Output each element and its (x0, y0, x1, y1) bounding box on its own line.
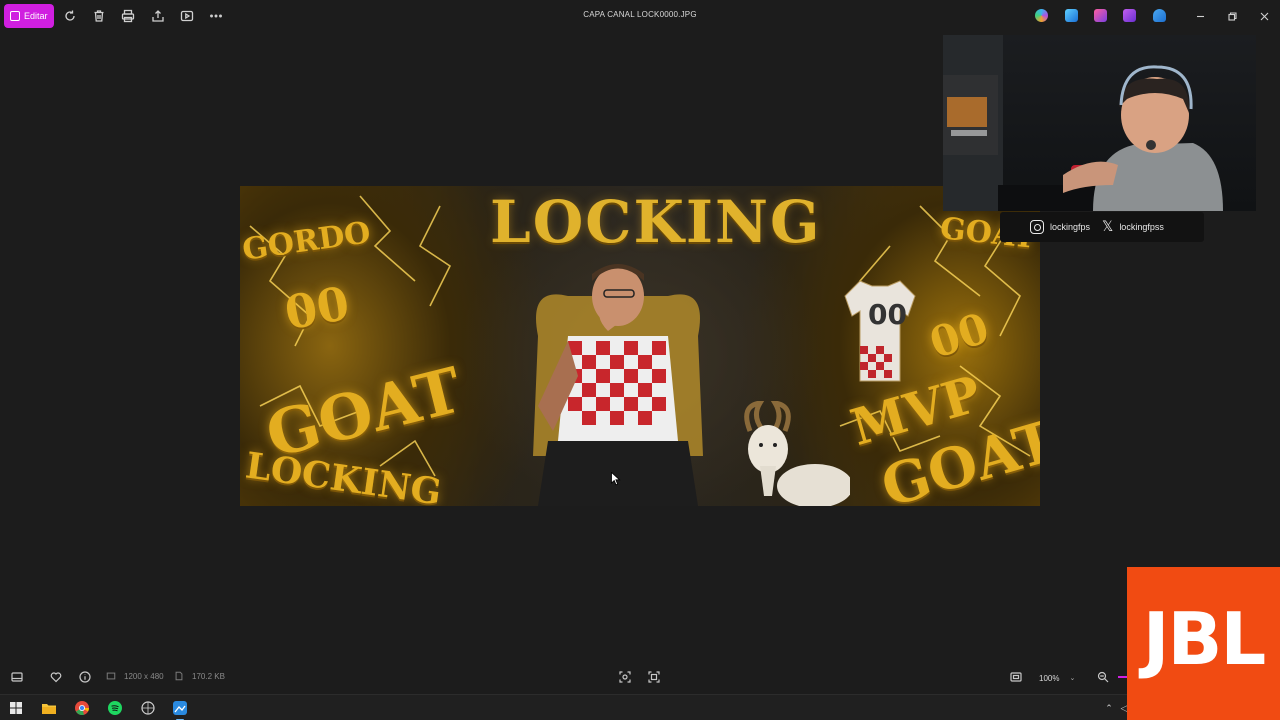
image-dimensions: 1200 x 480 (124, 672, 164, 681)
instagram-handle: lockingfps (1030, 220, 1090, 234)
file-size-icon (174, 671, 184, 681)
spotify-icon[interactable] (107, 700, 123, 716)
dimensions-icon (106, 671, 116, 681)
deco-text: 00 (280, 275, 354, 341)
jersey-graphic (844, 280, 916, 382)
minimize-button[interactable] (1190, 6, 1210, 26)
file-explorer-icon[interactable] (41, 700, 57, 716)
fit-to-window-icon[interactable] (1009, 670, 1023, 684)
edit-icon (10, 11, 20, 21)
visual-search-icon[interactable] (618, 670, 632, 684)
zoom-out-icon[interactable] (1096, 670, 1110, 684)
jbl-logo-text: JBL (1142, 597, 1267, 681)
onedrive-icon[interactable] (1153, 9, 1166, 22)
info-icon[interactable] (78, 670, 92, 684)
designer-icon[interactable] (1123, 9, 1136, 22)
file-size: 170.2 KB (192, 672, 225, 681)
zoom-slider[interactable] (1118, 676, 1127, 678)
close-button[interactable] (1254, 6, 1274, 26)
instagram-handle-text: lockingfps (1050, 222, 1091, 232)
chrome-icon[interactable] (74, 700, 90, 716)
mouse-cursor-icon (611, 472, 621, 486)
webcam-feed-graphic (943, 35, 1223, 211)
social-handles-overlay: lockingfps 𝕏 lockingfpss (1000, 212, 1204, 242)
more-icon[interactable] (208, 8, 224, 24)
person-on-throne-graphic (533, 264, 703, 506)
rotate-icon[interactable] (62, 8, 78, 24)
photos-icon[interactable] (1065, 9, 1078, 22)
start-windows-icon[interactable] (8, 700, 24, 716)
goat-graphic (744, 401, 850, 506)
chevron-up-icon[interactable]: ⌃ (1101, 700, 1117, 716)
x-handle: 𝕏 lockingfpss (1102, 220, 1164, 234)
share-icon[interactable] (150, 8, 166, 24)
title-bar: Editar CAPA CANAL LOCK0000.JPG (0, 0, 1280, 32)
info-bar: 1200 x 480 170.2 KB 100% ⌄ (0, 662, 1280, 692)
x-handle-text: lockingfpss (1119, 222, 1164, 232)
copilot-icon[interactable] (1035, 9, 1048, 22)
print-icon[interactable] (120, 8, 136, 24)
channel-banner-image: LOCKING GORDO 00 GOAT LOCKING GOAT 00 MV… (240, 186, 1040, 506)
taskbar: ⌃ ◁ (0, 694, 1280, 720)
delete-icon[interactable] (91, 8, 107, 24)
edit-button[interactable]: Editar (4, 4, 54, 28)
filmstrip-icon[interactable] (10, 670, 24, 684)
crop-select-icon[interactable] (647, 670, 661, 684)
x-logo-icon: 𝕏 (1102, 219, 1114, 235)
app-circle-icon[interactable] (140, 700, 156, 716)
edit-button-label: Editar (24, 11, 48, 21)
jbl-sponsor-logo: JBL (1127, 567, 1280, 720)
chevron-down-icon: ⌄ (1069, 675, 1076, 682)
slideshow-icon[interactable] (179, 8, 195, 24)
instagram-icon (1030, 220, 1044, 234)
clipchamp-icon[interactable] (1094, 9, 1107, 22)
zoom-dropdown[interactable]: 100% ⌄ (1032, 668, 1086, 688)
zoom-level: 100% (1039, 673, 1060, 683)
favorite-icon[interactable] (49, 670, 63, 684)
jersey-number: 00 (868, 298, 907, 331)
webcam-overlay (943, 35, 1256, 211)
restore-button[interactable] (1222, 6, 1242, 26)
banner-headline: LOCKING (490, 188, 822, 256)
photos-app-icon[interactable] (172, 700, 188, 720)
